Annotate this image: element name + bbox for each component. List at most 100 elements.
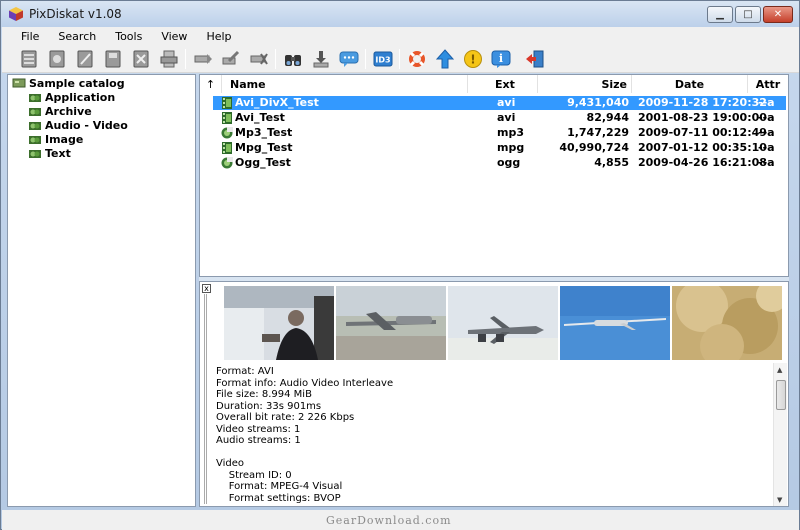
table-row[interactable]: Avi_Test avi 82,944 2001-08-23 19:00:00 --a <box>213 111 786 125</box>
thumbnail-2[interactable] <box>336 286 446 360</box>
catalog-save-button[interactable] <box>102 48 124 70</box>
search-button[interactable] <box>282 48 304 70</box>
preview-resize-grip[interactable] <box>204 294 207 504</box>
table-row[interactable]: Mp3_Test mp3 1,747,229 2009-07-11 00:12:49-… <box>213 126 786 140</box>
film-icon <box>222 112 232 124</box>
scrollbar-thumb[interactable] <box>776 380 786 410</box>
window-title: PixDiskat v1.08 <box>29 7 122 21</box>
cell-size: 9,431,040 <box>567 96 629 109</box>
close-preview-button[interactable]: x <box>202 284 211 293</box>
item-edit-button[interactable] <box>220 48 242 70</box>
item-delete-button[interactable] <box>248 48 270 70</box>
item-edit-icon <box>222 50 240 65</box>
title-bar[interactable]: PixDiskat v1.08 ▁ □ ✕ <box>1 1 799 27</box>
cell-attr: --a <box>758 156 775 169</box>
column-header-name[interactable]: Name <box>222 75 468 93</box>
catalog-drive-icon <box>12 78 26 88</box>
menu-search[interactable]: Search <box>47 30 104 43</box>
cell-size: 4,855 <box>594 156 629 169</box>
table-row[interactable]: Avi_DivX_Test avi 9,431,040 2009-11-28 17:2… <box>213 96 786 110</box>
table-row[interactable]: Ogg_Test ogg 4,855 2009-04-26 16:21:08 --a <box>213 156 786 170</box>
folder-media-icon <box>29 108 41 116</box>
menu-view[interactable]: View <box>150 30 195 43</box>
exit-button[interactable] <box>524 48 546 70</box>
cell-date: 2009-11-28 17:20:32 <box>638 96 767 109</box>
tree-root[interactable]: Sample catalog <box>12 76 125 90</box>
thumbnail-5[interactable] <box>672 286 782 360</box>
catalog-print-button[interactable] <box>158 48 180 70</box>
tree-item-label: Audio - Video <box>45 118 128 132</box>
close-icon: ✕ <box>773 9 783 20</box>
thumbnail-1[interactable] <box>224 286 334 360</box>
comment-icon <box>339 51 359 67</box>
video-frame-dust <box>672 286 782 360</box>
help-button[interactable] <box>406 48 428 70</box>
catalog-new-button[interactable] <box>18 48 40 70</box>
tree-item-image[interactable]: Image <box>28 132 83 146</box>
media-info-line: Format: MPEG-4 Visual <box>216 481 343 492</box>
about-button[interactable]: i <box>490 48 512 70</box>
toolbar: ID3 ! i <box>2 45 799 73</box>
column-header-ext[interactable]: Ext <box>468 75 538 93</box>
folder-media-icon <box>29 150 41 158</box>
column-header-date[interactable]: Date <box>632 75 748 93</box>
help-lifebuoy-icon <box>409 51 425 67</box>
update-arrow-icon <box>435 49 455 69</box>
catalog-open-button[interactable] <box>46 48 68 70</box>
media-info-line: Stream ID: 0 <box>216 469 292 481</box>
media-info-line: Video streams: 1 <box>216 423 301 435</box>
preview-scrollbar[interactable]: ▲ ▼ <box>773 363 787 506</box>
catalog-delete-button[interactable] <box>130 48 152 70</box>
catalog-new-icon <box>21 50 37 68</box>
cell-ext: avi <box>497 96 516 109</box>
sort-indicator[interactable]: ↑ <box>200 75 222 93</box>
watermark-text: GearDownload.com <box>326 514 452 527</box>
media-info-line <box>216 447 771 459</box>
app-window: PixDiskat v1.08 ▁ □ ✕ File Search Tools … <box>0 0 800 530</box>
scroll-down-icon[interactable]: ▼ <box>777 496 782 504</box>
close-button[interactable]: ✕ <box>763 6 793 23</box>
item-add-icon <box>194 54 212 64</box>
minimize-button[interactable]: ▁ <box>707 6 733 23</box>
thumbnail-4[interactable] <box>560 286 670 360</box>
cell-attr: --a <box>758 111 775 124</box>
tree-item-audio-video[interactable]: Audio - Video <box>28 118 128 132</box>
cell-date: 2007-01-12 00:35:10 <box>638 141 767 154</box>
catalog-tree[interactable]: Sample catalog Application Archive Audio… <box>7 74 196 507</box>
id3-tag-button[interactable]: ID3 <box>372 48 394 70</box>
tree-item-text[interactable]: Text <box>28 146 71 160</box>
update-button[interactable] <box>434 48 456 70</box>
svg-text:i: i <box>499 52 503 65</box>
cell-attr: --a <box>758 96 775 109</box>
table-row[interactable]: Mpg_Test mpg 40,990,724 2007-01-12 00:35:10… <box>213 141 786 155</box>
column-header-size[interactable]: Size <box>538 75 632 93</box>
info-coin-button[interactable]: ! <box>462 48 484 70</box>
catalog-edit-button[interactable] <box>74 48 96 70</box>
cell-ext: ogg <box>497 156 521 169</box>
tree-item-application[interactable]: Application <box>28 90 115 104</box>
scroll-up-icon[interactable]: ▲ <box>777 366 782 374</box>
cell-name: Ogg_Test <box>235 156 291 169</box>
minimize-icon: ▁ <box>716 9 724 20</box>
menu-help[interactable]: Help <box>195 30 239 43</box>
download-button[interactable] <box>310 48 332 70</box>
cell-name: Avi_DivX_Test <box>235 96 319 109</box>
tree-item-archive[interactable]: Archive <box>28 104 92 118</box>
thumbnail-3[interactable] <box>448 286 558 360</box>
column-header-attr[interactable]: Attr <box>748 75 788 93</box>
file-list[interactable]: ↑ Name Ext Size Date Attr Avi_DivX_Test a… <box>199 74 789 277</box>
item-add-button[interactable] <box>192 48 214 70</box>
folder-media-icon <box>29 94 41 102</box>
search-binoculars-icon <box>285 55 301 66</box>
exit-door-icon <box>526 50 544 68</box>
menu-tools[interactable]: Tools <box>104 30 150 43</box>
comment-button[interactable] <box>338 48 360 70</box>
cell-date: 2009-04-26 16:21:08 <box>638 156 767 169</box>
cell-size: 1,747,229 <box>567 126 629 139</box>
menu-file[interactable]: File <box>10 30 47 43</box>
tree-item-label: Text <box>45 146 71 160</box>
catalog-edit-icon <box>77 50 93 68</box>
cell-name: Mpg_Test <box>235 141 293 154</box>
media-info-line: Format info: Audio Video Interleave <box>216 377 394 389</box>
maximize-button[interactable]: □ <box>735 6 761 23</box>
